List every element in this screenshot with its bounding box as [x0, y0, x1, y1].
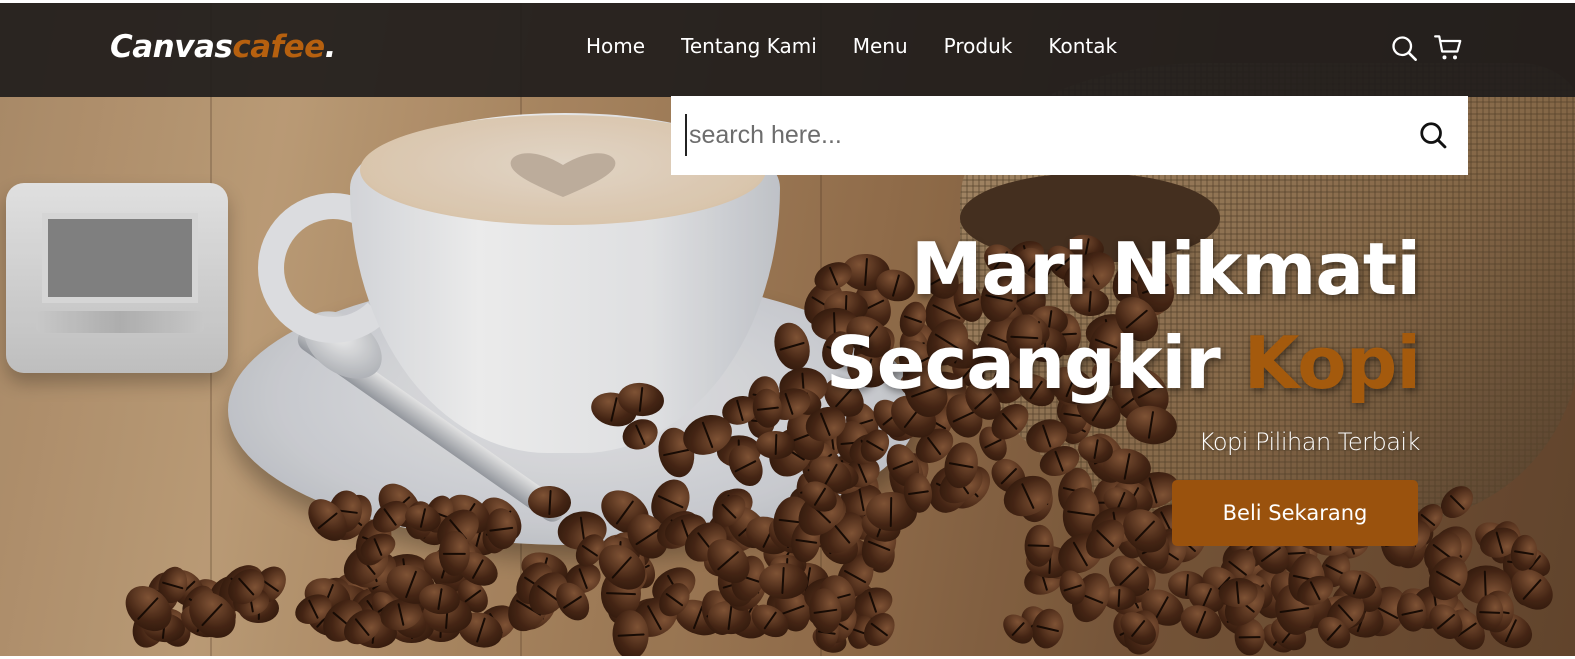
- buy-now-button[interactable]: Beli Sekarang: [1172, 480, 1418, 546]
- brand-logo[interactable]: Canvascafee.: [110, 29, 336, 65]
- brand-name-main: Canvas: [110, 29, 233, 65]
- cart-icon[interactable]: [1434, 34, 1462, 62]
- brand-name-accent: cafee: [232, 29, 325, 65]
- hero-headline: Mari Nikmati Secangkir Kopi: [825, 222, 1421, 410]
- nav-link-produk[interactable]: Produk: [944, 34, 1013, 58]
- nav-link-tentang-kami[interactable]: Tentang Kami: [681, 34, 817, 58]
- search-icon[interactable]: [1390, 34, 1418, 62]
- nav-link-home[interactable]: Home: [586, 34, 645, 58]
- search-form: [671, 96, 1468, 175]
- nav-link-kontak[interactable]: Kontak: [1048, 34, 1117, 58]
- search-input[interactable]: [685, 114, 1385, 156]
- hero-headline-line1: Mari Nikmati: [910, 227, 1421, 311]
- nav-links: Home Tentang Kami Menu Produk Kontak: [586, 34, 1117, 58]
- brand-name-dot: .: [324, 29, 337, 65]
- hero-headline-line2: Secangkir: [825, 321, 1221, 405]
- nav-link-menu[interactable]: Menu: [853, 34, 908, 58]
- search-submit-icon[interactable]: [1418, 120, 1448, 150]
- hero-subtitle: Kopi Pilihan Terbaik: [1198, 428, 1421, 456]
- hero-headline-accent: Kopi: [1243, 321, 1421, 405]
- navbar: Canvascafee. Home Tentang Kami Menu Prod…: [0, 3, 1575, 97]
